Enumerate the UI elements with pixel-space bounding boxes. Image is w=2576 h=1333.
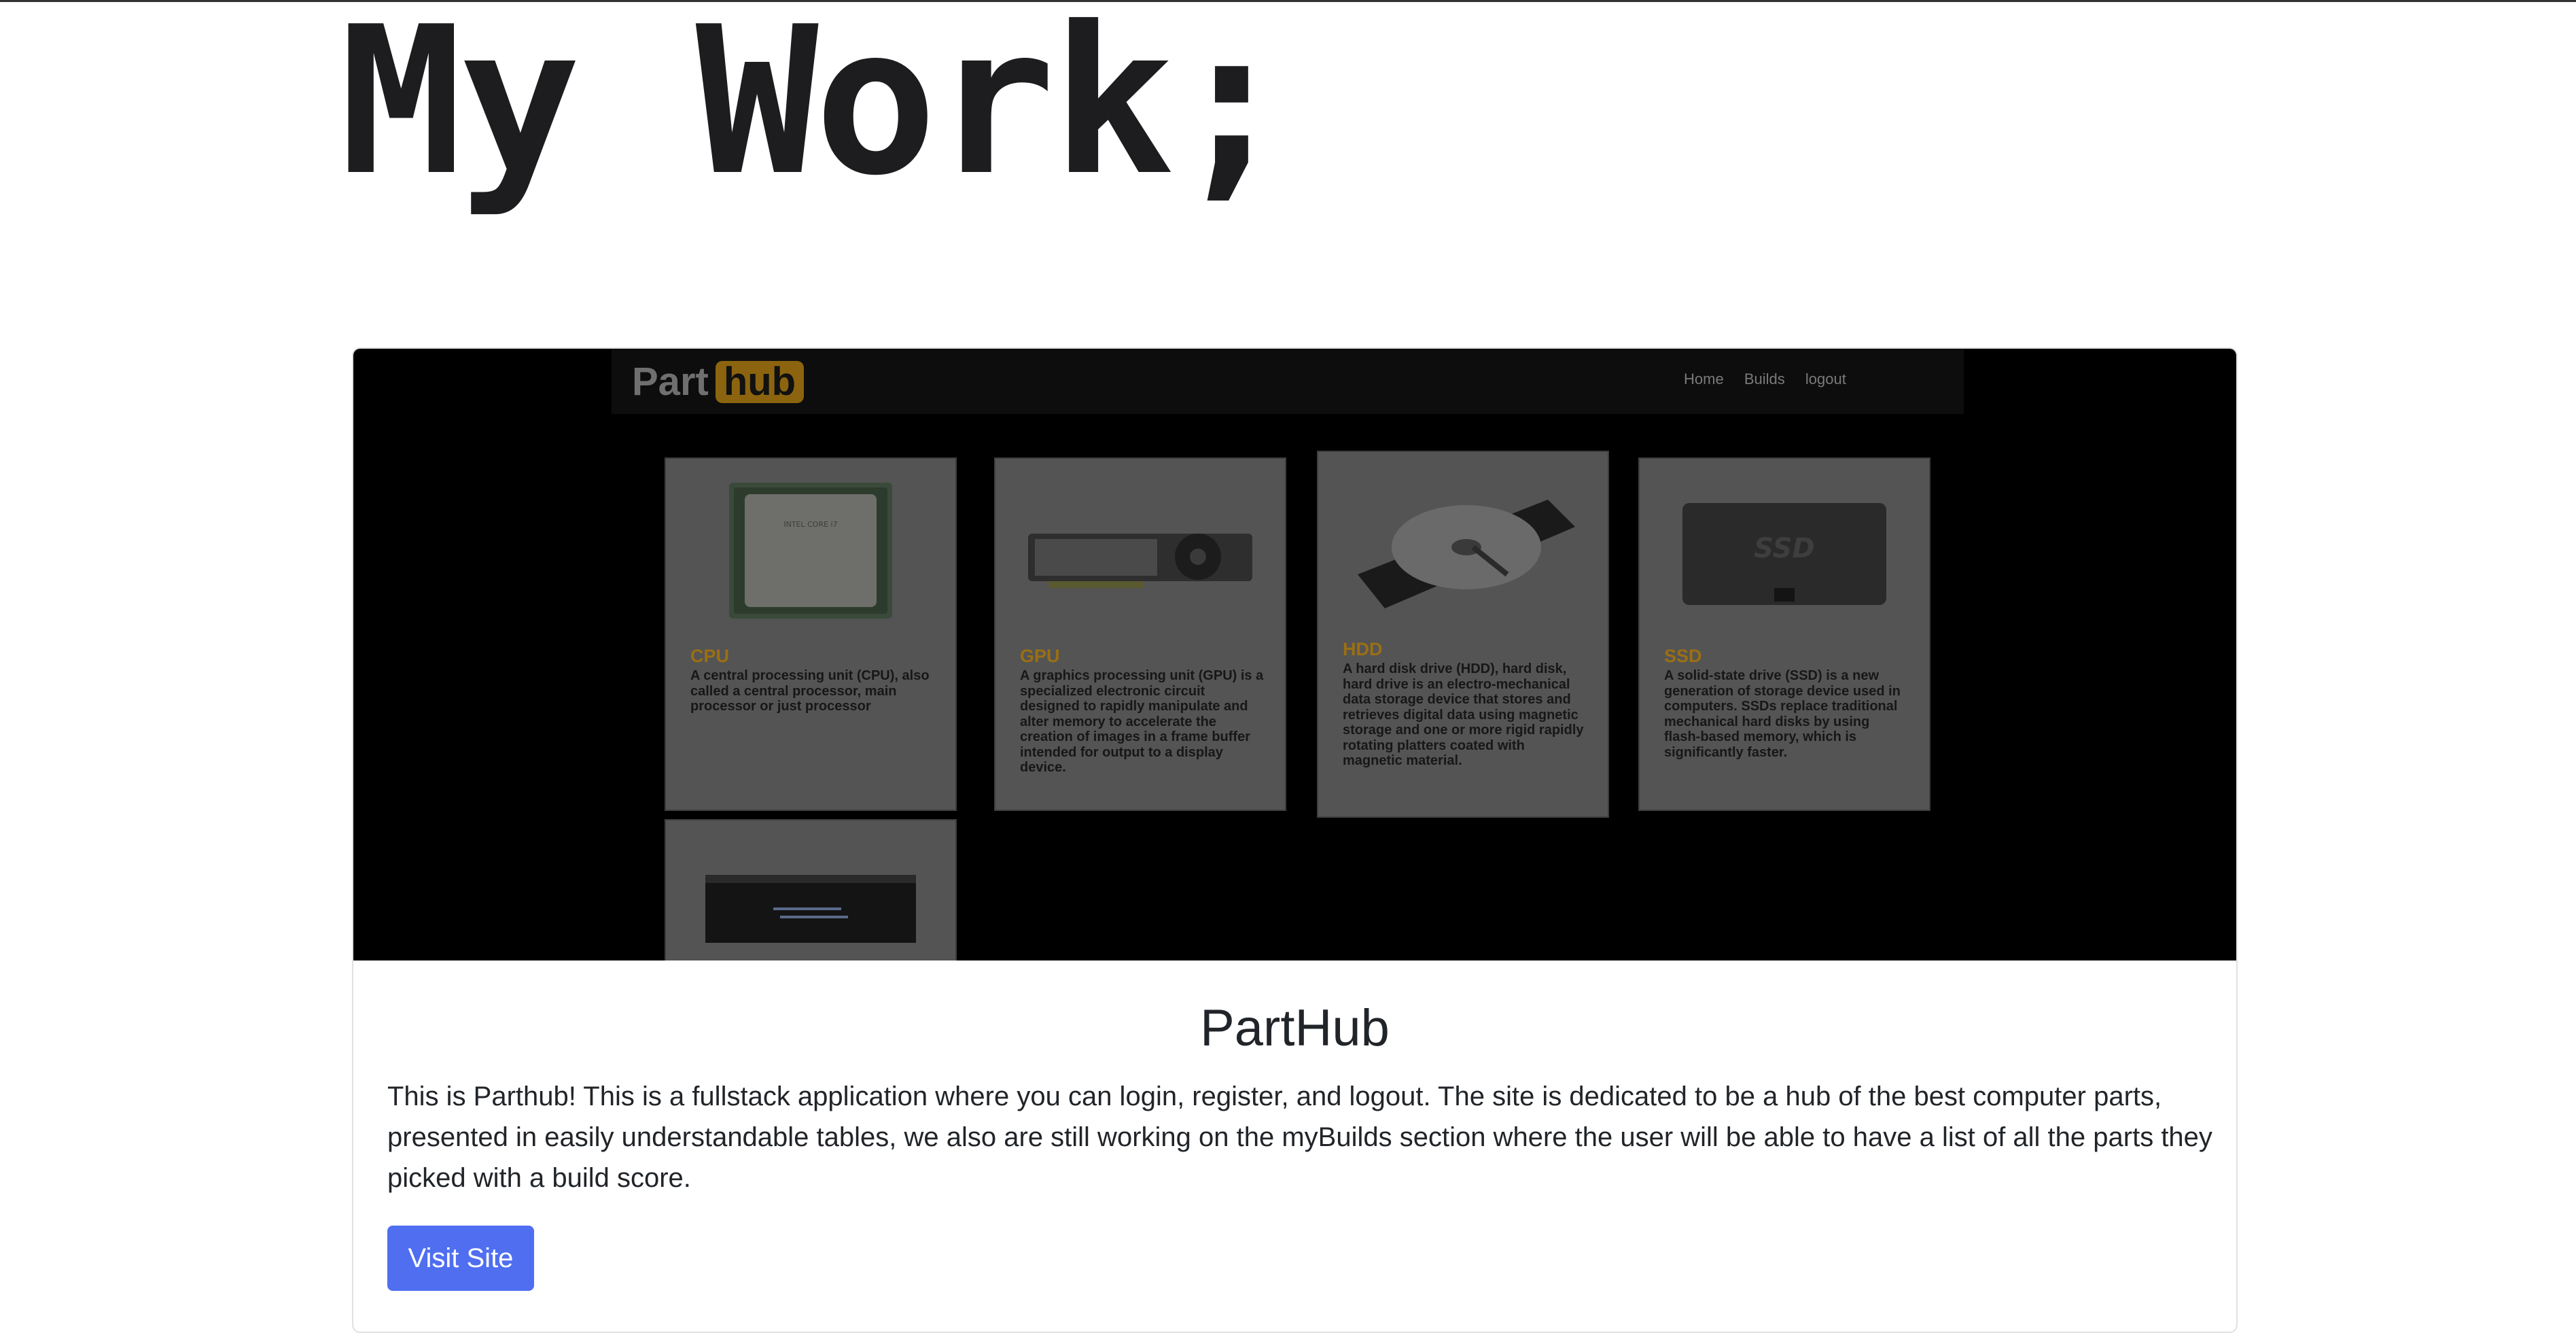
visit-site-button[interactable]: Visit Site bbox=[387, 1226, 534, 1291]
project-description: This is Parthub! This is a fullstack app… bbox=[387, 1081, 2212, 1193]
project-card: Part hub Home Builds logout INTEL CORE i7… bbox=[352, 347, 2238, 1333]
screenshot-logo: Part hub bbox=[632, 360, 805, 404]
logo-hub-text: hub bbox=[715, 361, 805, 403]
project-screenshot: Part hub Home Builds logout INTEL CORE i7… bbox=[353, 349, 2236, 960]
part-card-cpu: INTEL CORE i7 CPU A central processing u… bbox=[665, 457, 957, 811]
part-desc-gpu: A graphics processing unit (GPU) is a sp… bbox=[1020, 668, 1264, 775]
hdd-icon bbox=[1358, 500, 1575, 608]
ram-icon bbox=[705, 875, 916, 943]
svg-text:INTEL CORE i7: INTEL CORE i7 bbox=[783, 520, 837, 529]
part-card-hdd: HDD A hard disk drive (HDD), hard disk, … bbox=[1317, 451, 1609, 818]
svg-text:SSD: SSD bbox=[1754, 533, 1814, 564]
project-title: PartHub bbox=[1200, 999, 1390, 1057]
screenshot-navbar: Part hub Home Builds logout bbox=[612, 349, 1964, 414]
gpu-icon bbox=[1028, 534, 1252, 588]
part-desc-hdd: A hard disk drive (HDD), hard disk, hard… bbox=[1343, 661, 1584, 768]
part-desc-cpu: A central processing unit (CPU), also ca… bbox=[690, 668, 930, 714]
part-title-gpu: GPU bbox=[1020, 646, 1060, 666]
screenshot-nav-logout: logout bbox=[1805, 370, 1846, 387]
part-title-hdd: HDD bbox=[1343, 639, 1383, 659]
part-card-ram bbox=[665, 819, 957, 960]
part-title-cpu: CPU bbox=[690, 646, 730, 666]
part-desc-ssd: A solid-state drive (SSD) is a new gener… bbox=[1664, 668, 1901, 760]
screenshot-nav-links: Home Builds logout bbox=[1684, 370, 1863, 388]
part-title-ssd: SSD bbox=[1664, 646, 1702, 666]
part-card-gpu: GPU A graphics processing unit (GPU) is … bbox=[994, 457, 1286, 811]
screenshot-nav-builds: Builds bbox=[1744, 370, 1785, 387]
part-card-ssd: SSD SSD A solid-state drive (SSD) is a n… bbox=[1638, 457, 1930, 811]
screenshot-nav-home: Home bbox=[1684, 370, 1724, 387]
logo-part-text: Part bbox=[632, 360, 709, 404]
cpu-icon: INTEL CORE i7 bbox=[729, 483, 892, 619]
ssd-icon: SSD bbox=[1682, 503, 1886, 605]
page-heading: My Work; bbox=[340, 0, 1293, 220]
